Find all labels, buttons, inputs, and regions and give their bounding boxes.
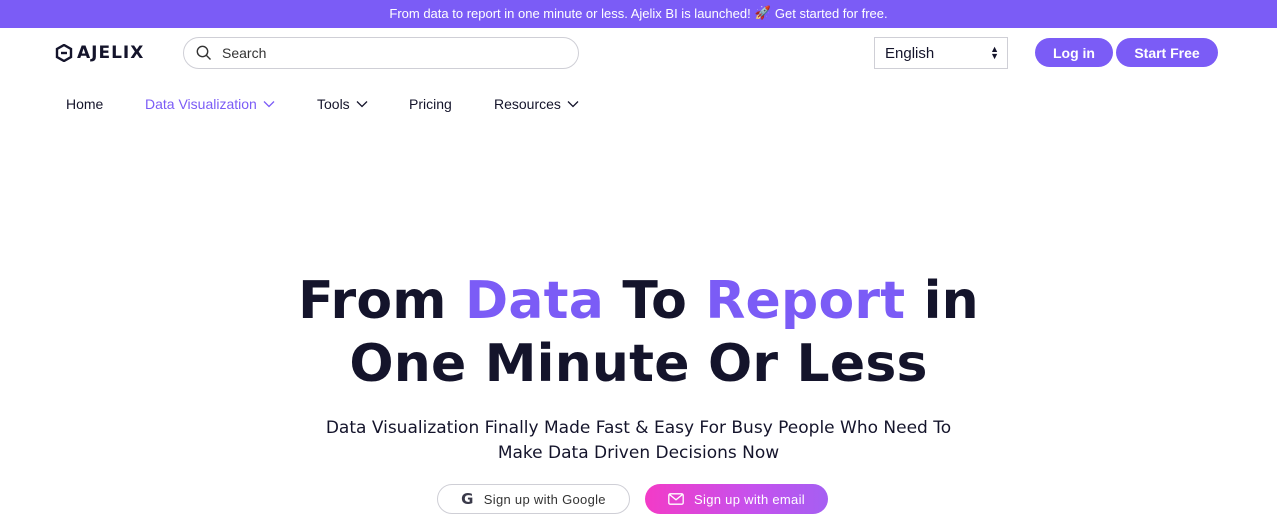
logo-text: AJELIX [77, 43, 145, 63]
chevron-down-icon [263, 101, 275, 108]
login-button[interactable]: Log in [1035, 38, 1113, 67]
hero-title-part: in [905, 271, 979, 331]
hero-subtitle-line2: Make Data Driven Decisions Now [497, 443, 780, 463]
hero-title-part: From [298, 271, 465, 331]
nav-item-tools[interactable]: Tools [317, 96, 368, 112]
hero-title-accent: Report [705, 271, 906, 331]
google-icon: G [461, 490, 474, 508]
start-free-button[interactable]: Start Free [1116, 38, 1218, 67]
nav-item-home[interactable]: Home [66, 96, 103, 112]
announcement-cta[interactable]: Get started for free. [775, 6, 888, 21]
nav-item-data-visualization[interactable]: Data Visualization [145, 96, 275, 112]
logo[interactable]: AJELIX [55, 42, 144, 64]
mail-icon [668, 493, 684, 505]
google-signup-button[interactable]: G Sign up with Google [437, 484, 630, 514]
hero-title-accent: Data [465, 271, 605, 331]
email-signup-label: Sign up with email [694, 491, 805, 507]
hero-subtitle: Data Visualization Finally Made Fast & E… [0, 416, 1277, 466]
nav-label-data-visualization: Data Visualization [145, 96, 257, 112]
rocket-icon: 🚀 [754, 5, 771, 20]
search-input[interactable] [222, 45, 562, 61]
main-nav: Home Data Visualization Tools Pricing Re… [0, 96, 700, 114]
logo-mark-icon [55, 44, 73, 62]
hero-title: From Data To Report in One Minute Or Less [0, 270, 1277, 396]
nav-item-pricing[interactable]: Pricing [409, 96, 452, 112]
language-value: English [885, 44, 935, 62]
nav-label-home: Home [66, 96, 104, 112]
announcement-bar[interactable]: From data to report in one minute or les… [0, 0, 1277, 28]
email-signup-button[interactable]: Sign up with email [645, 484, 828, 514]
select-arrows-icon: ▲ ▼ [990, 44, 999, 61]
chevron-down-icon [567, 101, 579, 108]
google-signup-label: Sign up with Google [483, 491, 606, 507]
nav-label-tools: Tools [317, 96, 350, 112]
nav-label-pricing: Pricing [409, 96, 452, 112]
nav-label-resources: Resources [494, 96, 561, 112]
chevron-down-icon [356, 101, 368, 108]
search-box[interactable] [183, 37, 579, 69]
hero-title-part: To [604, 271, 706, 331]
search-icon [196, 45, 211, 60]
announcement-text: From data to report in one minute or les… [389, 5, 751, 21]
language-select[interactable]: English ▲ ▼ [874, 37, 1008, 69]
hero-title-line2: One Minute Or Less [349, 334, 928, 394]
hero-subtitle-line1: Data Visualization Finally Made Fast & E… [325, 418, 952, 438]
nav-item-resources[interactable]: Resources [494, 96, 579, 112]
